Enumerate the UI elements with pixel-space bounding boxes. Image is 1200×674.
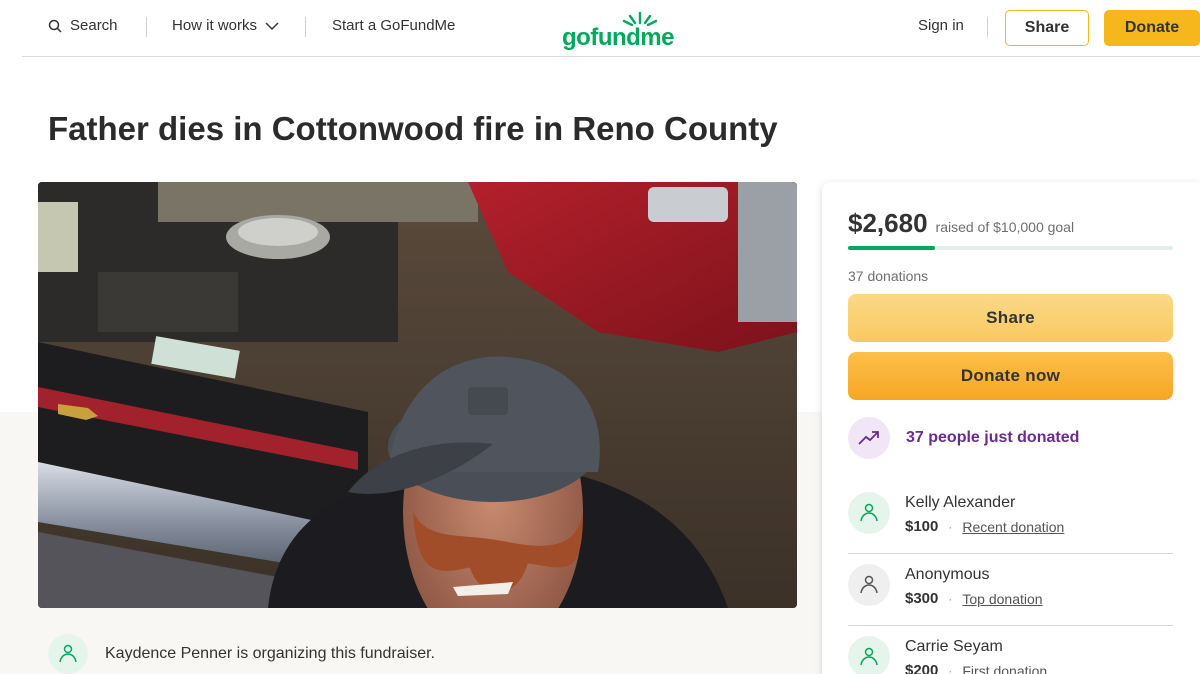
- recent-donations-trend[interactable]: 37 people just donated: [848, 417, 1079, 459]
- donor-row: Kelly Alexander $100 · Recent donation: [848, 482, 1173, 554]
- organizer-text: Kaydence Penner is organizing this fundr…: [105, 645, 435, 662]
- separator-dot: ·: [948, 591, 953, 606]
- chevron-down-icon: [265, 21, 279, 30]
- nav-divider: [987, 17, 988, 37]
- top-navigation: Search How it works Start a GoFundMe gof…: [22, 0, 1200, 57]
- heart-hand-icon: [59, 644, 77, 663]
- heart-hand-icon: [860, 647, 878, 666]
- separator-dot: ·: [948, 519, 953, 534]
- start-gofundme-label: Start a GoFundMe: [332, 17, 456, 34]
- trend-text: 37 people just donated: [906, 429, 1080, 446]
- heart-hand-icon: [860, 503, 878, 522]
- start-gofundme-link[interactable]: Start a GoFundMe: [332, 17, 455, 34]
- campaign-photo[interactable]: [38, 182, 797, 608]
- raised-goal-text: raised of $10,000 goal: [935, 219, 1075, 235]
- donor-avatar: [848, 636, 890, 674]
- header-share-button[interactable]: Share: [1005, 10, 1089, 46]
- donate-now-button[interactable]: Donate now: [848, 352, 1173, 400]
- donor-tag-link[interactable]: First donation: [962, 663, 1047, 674]
- raised-summary: $2,680 raised of $10,000 goal: [848, 208, 1074, 239]
- how-it-works-label: How it works: [172, 17, 258, 34]
- donor-avatar: [848, 492, 890, 534]
- donor-name: Carrie Seyam: [905, 638, 1003, 655]
- donation-card: $2,680 raised of $10,000 goal 37 donatio…: [822, 182, 1200, 674]
- raised-amount: $2,680: [848, 208, 928, 238]
- donor-row: Carrie Seyam $200 · First donation: [848, 626, 1173, 674]
- donor-amount: $300: [905, 590, 939, 607]
- nav-divider: [146, 17, 147, 37]
- heart-hand-icon: [860, 575, 878, 594]
- sign-in-link[interactable]: Sign in: [918, 17, 964, 34]
- organizer-avatar: [48, 634, 88, 674]
- search-label: Search: [70, 17, 118, 34]
- header-donate-button[interactable]: Donate: [1104, 10, 1200, 46]
- photo-illustration: [38, 182, 797, 608]
- donation-count: 37 donations: [848, 268, 929, 284]
- how-it-works-menu[interactable]: How it works: [172, 17, 279, 34]
- logo-wordmark: gofundme: [562, 24, 674, 51]
- donor-detail: $200 · First donation: [905, 662, 1047, 674]
- donor-name: Anonymous: [905, 566, 990, 583]
- search-link[interactable]: Search: [48, 17, 118, 34]
- campaign-title: Father dies in Cottonwood fire in Reno C…: [48, 110, 778, 147]
- sign-in-label: Sign in: [918, 17, 964, 34]
- donor-tag-link[interactable]: Recent donation: [962, 519, 1064, 535]
- nav-divider: [305, 17, 306, 37]
- donor-avatar: [848, 564, 890, 606]
- separator-dot: ·: [948, 663, 953, 674]
- donor-name: Kelly Alexander: [905, 494, 1016, 511]
- search-icon: [48, 19, 62, 33]
- donor-detail: $300 · Top donation: [905, 590, 1043, 607]
- donor-row: Anonymous $300 · Top donation: [848, 554, 1173, 626]
- donor-amount: $100: [905, 518, 939, 535]
- progress-bar: [848, 246, 1173, 250]
- donor-amount: $200: [905, 662, 939, 674]
- donor-tag-link[interactable]: Top donation: [962, 591, 1042, 607]
- donor-detail: $100 · Recent donation: [905, 518, 1064, 535]
- share-button[interactable]: Share: [848, 294, 1173, 342]
- progress-fill: [848, 246, 936, 250]
- trend-up-icon: [848, 417, 890, 459]
